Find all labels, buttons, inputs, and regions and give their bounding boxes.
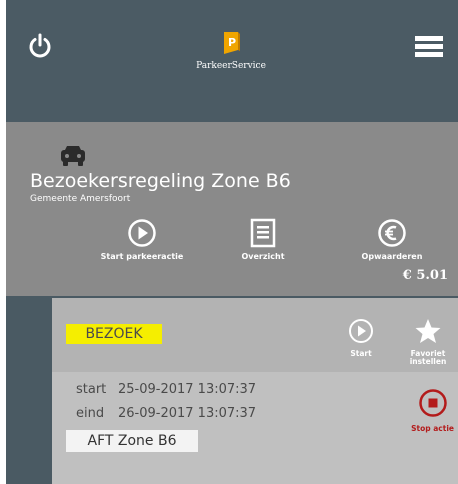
end-value: 26-09-2017 13:07:37 — [118, 406, 257, 421]
parking-sign-icon: P — [224, 32, 240, 54]
euro-circle-icon — [378, 219, 406, 247]
play-circle-icon — [128, 219, 156, 247]
list-document-icon — [250, 218, 276, 248]
end-key: eind — [76, 406, 105, 421]
star-icon — [415, 319, 441, 343]
zone-card: Bezoekersregeling Zone B6 Gemeente Amers… — [6, 122, 458, 296]
set-favorite-label-line2: instellen — [409, 357, 447, 366]
overview-button[interactable]: Overzicht — [228, 218, 298, 261]
set-favorite-button[interactable]: Favoriet instellen — [404, 318, 452, 366]
app-header: P ParkeerService — [6, 0, 458, 122]
overview-label: Overzicht — [241, 252, 285, 261]
parkeerservice-logo: P ParkeerService — [176, 30, 286, 71]
hamburger-menu-icon[interactable] — [415, 36, 443, 58]
stop-action-button[interactable]: Stop actie — [411, 388, 454, 433]
top-up-button[interactable]: Opwaarderen — [356, 218, 428, 261]
parking-session-card: BEZOEK Start Favoriet instellen start 25-… — [52, 298, 458, 484]
svg-text:P: P — [228, 36, 236, 49]
car-icon — [58, 144, 88, 170]
session-start-button[interactable]: Start — [344, 318, 378, 358]
zone-title: Bezoekersregeling Zone B6 — [30, 170, 291, 192]
session-start-label: Start — [350, 349, 372, 358]
stop-action-label: Stop actie — [411, 424, 454, 433]
start-value: 25-09-2017 13:07:37 — [118, 382, 257, 397]
power-icon[interactable] — [26, 32, 54, 60]
license-plate-tag: AFT Zone B6 — [66, 430, 198, 452]
zone-municipality: Gemeente Amersfoort — [30, 194, 131, 204]
session-header: BEZOEK Start Favoriet instellen — [52, 298, 458, 372]
start-key: start — [76, 382, 107, 397]
start-parking-label: Start parkeeractie — [100, 252, 184, 261]
app-screen: P ParkeerService Bezoekersregeling Zone … — [6, 0, 458, 484]
logo-text: ParkeerService — [196, 61, 266, 71]
top-up-label: Opwaarderen — [361, 252, 423, 261]
credit-balance: € 5.01 — [402, 268, 448, 283]
session-end-row: eind 26-09-2017 13:07:37 — [76, 406, 256, 421]
session-type-badge: BEZOEK — [66, 324, 162, 344]
play-circle-icon — [349, 319, 373, 343]
stop-circle-icon — [418, 389, 447, 417]
session-start-row: start 25-09-2017 13:07:37 — [76, 382, 256, 397]
start-parking-button[interactable]: Start parkeeractie — [82, 218, 202, 261]
